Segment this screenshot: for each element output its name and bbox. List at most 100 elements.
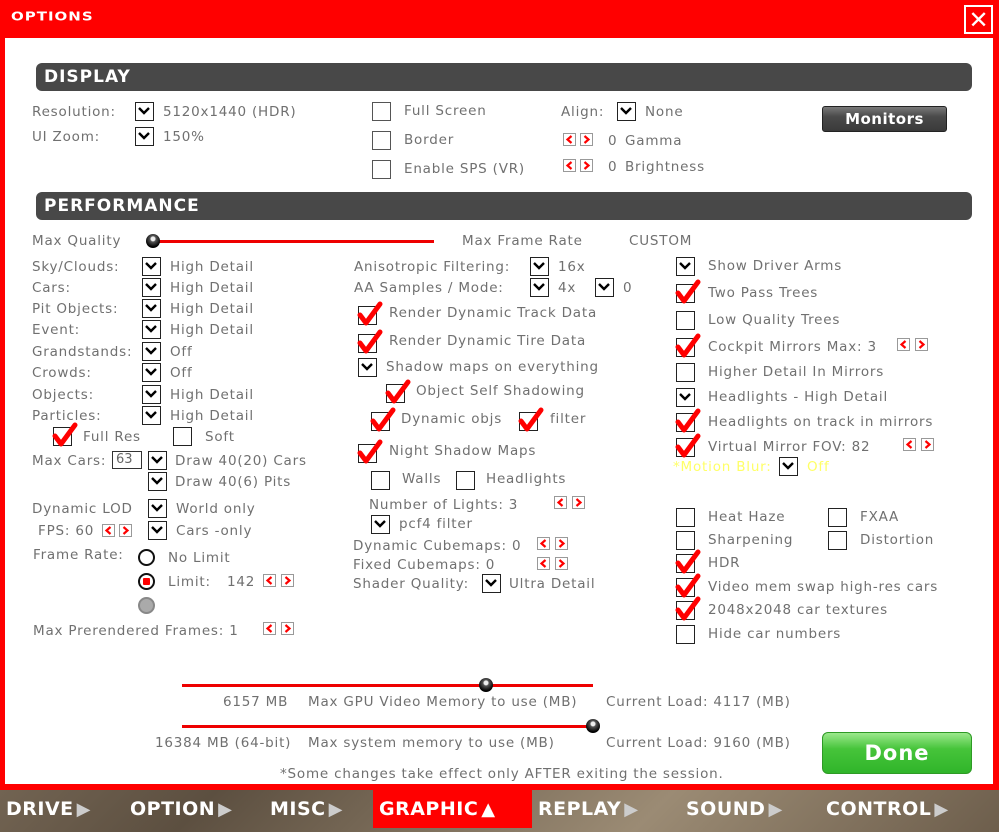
ui-zoom-dropdown[interactable] bbox=[135, 127, 154, 146]
render-track-data-checkbox[interactable] bbox=[357, 301, 383, 326]
gpu-memory-slider-track[interactable] bbox=[182, 684, 593, 687]
right-option-control[interactable] bbox=[676, 388, 695, 407]
lights-decrease-button[interactable] bbox=[554, 496, 567, 509]
full-screen-checkbox[interactable] bbox=[372, 102, 391, 121]
fps-decrease-button[interactable] bbox=[102, 524, 115, 537]
nav-tab-sound[interactable]: SOUND ▶ bbox=[680, 790, 818, 828]
post-option-checkbox[interactable] bbox=[676, 531, 695, 550]
detail-row-dropdown[interactable] bbox=[142, 406, 161, 425]
full-res-checkbox[interactable] bbox=[52, 422, 78, 447]
title-bar: OPTIONS ✕ bbox=[0, 0, 999, 38]
arrow-left-icon bbox=[104, 526, 112, 535]
object-self-shadowing-checkbox[interactable] bbox=[385, 379, 411, 404]
filter-checkbox[interactable] bbox=[518, 407, 544, 432]
brightness-value: 0 bbox=[608, 159, 618, 175]
max-cars-input[interactable]: 63 bbox=[112, 451, 142, 469]
fps-increase-button[interactable] bbox=[119, 524, 132, 537]
soft-checkbox[interactable] bbox=[173, 427, 192, 446]
nav-tab-option[interactable]: OPTION ▶ bbox=[124, 790, 262, 828]
post-option-checkbox[interactable] bbox=[675, 549, 701, 574]
detail-row-dropdown[interactable] bbox=[142, 363, 161, 382]
system-memory-slider-track[interactable] bbox=[182, 725, 593, 728]
nav-tab-graphic[interactable]: GRAPHIC ▲ bbox=[373, 790, 532, 828]
triangle-right-icon: ▶ bbox=[768, 798, 783, 820]
mirrors-max-increase-button[interactable] bbox=[915, 338, 928, 351]
align-dropdown[interactable] bbox=[617, 102, 636, 121]
gpu-memory-slider-knob[interactable] bbox=[479, 678, 494, 692]
night-shadow-maps-checkbox[interactable] bbox=[357, 439, 383, 464]
detail-row-dropdown[interactable] bbox=[142, 278, 161, 297]
gamma-decrease-button[interactable] bbox=[563, 133, 576, 146]
fixed-cubemaps-increase-button[interactable] bbox=[555, 557, 568, 570]
draw-pits-dropdown[interactable] bbox=[148, 472, 167, 491]
dynamic-cubemaps-decrease-button[interactable] bbox=[537, 537, 550, 550]
right-option-control[interactable] bbox=[676, 311, 695, 330]
dynamic-lod-cars-dropdown[interactable] bbox=[148, 521, 167, 540]
post-option-checkbox[interactable] bbox=[828, 531, 847, 550]
render-tire-data-label: Render Dynamic Tire Data bbox=[389, 333, 587, 349]
quality-slider-knob[interactable] bbox=[146, 234, 160, 248]
lights-increase-button[interactable] bbox=[572, 496, 585, 509]
right-option-control[interactable] bbox=[675, 408, 701, 433]
prerendered-increase-button[interactable] bbox=[281, 622, 294, 635]
post-option-checkbox[interactable] bbox=[676, 625, 695, 644]
motion-blur-dropdown[interactable] bbox=[779, 457, 798, 476]
pcf4-filter-dropdown[interactable] bbox=[371, 515, 390, 534]
nav-tab-drive[interactable]: DRIVE ▶ bbox=[0, 790, 122, 828]
chevron-down-icon bbox=[782, 462, 794, 470]
detail-row-dropdown[interactable] bbox=[142, 320, 161, 339]
mirror-fov-decrease-button[interactable] bbox=[903, 438, 916, 451]
done-button[interactable]: Done bbox=[822, 732, 972, 774]
detail-row-dropdown[interactable] bbox=[142, 385, 161, 404]
brightness-decrease-button[interactable] bbox=[563, 159, 576, 172]
chevron-down-icon bbox=[151, 526, 163, 534]
post-option-checkbox[interactable] bbox=[676, 508, 695, 527]
nav-tab-replay[interactable]: REPLAY ▶ bbox=[532, 790, 678, 828]
dynamic-lod-world-dropdown[interactable] bbox=[148, 499, 167, 518]
aa-samples-dropdown[interactable] bbox=[530, 278, 549, 297]
shadow-maps-everything-dropdown[interactable] bbox=[358, 358, 377, 377]
right-option-control[interactable] bbox=[675, 279, 701, 304]
detail-row-dropdown[interactable] bbox=[142, 342, 161, 361]
detail-row-dropdown[interactable] bbox=[142, 299, 161, 318]
dynamic-objs-checkbox[interactable] bbox=[370, 407, 396, 432]
mirror-fov-increase-button[interactable] bbox=[921, 438, 934, 451]
post-option-checkbox[interactable] bbox=[675, 596, 701, 621]
render-tire-data-checkbox[interactable] bbox=[357, 329, 383, 354]
nav-tab-control[interactable]: CONTROL ▶ bbox=[820, 790, 980, 828]
aa-mode-dropdown[interactable] bbox=[595, 278, 614, 297]
monitors-button[interactable]: Monitors bbox=[822, 106, 947, 132]
post-option-checkbox[interactable] bbox=[675, 573, 701, 598]
frame-rate-no-limit-radio[interactable] bbox=[138, 549, 155, 566]
mirrors-max-decrease-button[interactable] bbox=[897, 338, 910, 351]
border-checkbox[interactable] bbox=[372, 131, 391, 150]
walls-checkbox[interactable] bbox=[371, 471, 390, 490]
post-option-checkbox[interactable] bbox=[828, 508, 847, 527]
close-button[interactable]: ✕ bbox=[964, 5, 993, 34]
frame-limit-decrease-button[interactable] bbox=[263, 574, 276, 587]
dynamic-cubemaps-increase-button[interactable] bbox=[555, 537, 568, 550]
right-option-control[interactable] bbox=[675, 333, 701, 358]
right-option-control[interactable] bbox=[675, 433, 701, 458]
frame-rate-limit-radio[interactable] bbox=[138, 573, 155, 590]
chevron-down-icon bbox=[679, 262, 691, 270]
frame-limit-increase-button[interactable] bbox=[281, 574, 294, 587]
brightness-increase-button[interactable] bbox=[580, 159, 593, 172]
draw-cars-dropdown[interactable] bbox=[148, 451, 167, 470]
fixed-cubemaps-decrease-button[interactable] bbox=[537, 557, 550, 570]
resolution-dropdown[interactable] bbox=[135, 102, 154, 121]
detail-row-value: High Detail bbox=[170, 301, 254, 317]
gamma-value: 0 bbox=[608, 133, 618, 149]
nav-tab-misc[interactable]: MISC ▶ bbox=[264, 790, 370, 828]
right-option-control[interactable] bbox=[676, 363, 695, 382]
enable-sps-checkbox[interactable] bbox=[372, 160, 391, 179]
headlights-shadow-checkbox[interactable] bbox=[456, 471, 475, 490]
detail-row-dropdown[interactable] bbox=[142, 257, 161, 276]
shader-quality-dropdown[interactable] bbox=[482, 574, 501, 593]
quality-slider-track[interactable] bbox=[153, 240, 434, 243]
right-option-control[interactable] bbox=[676, 257, 695, 276]
anisotropic-dropdown[interactable] bbox=[530, 257, 549, 276]
gamma-increase-button[interactable] bbox=[580, 133, 593, 146]
prerendered-decrease-button[interactable] bbox=[263, 622, 276, 635]
system-memory-slider-knob[interactable] bbox=[586, 719, 600, 733]
